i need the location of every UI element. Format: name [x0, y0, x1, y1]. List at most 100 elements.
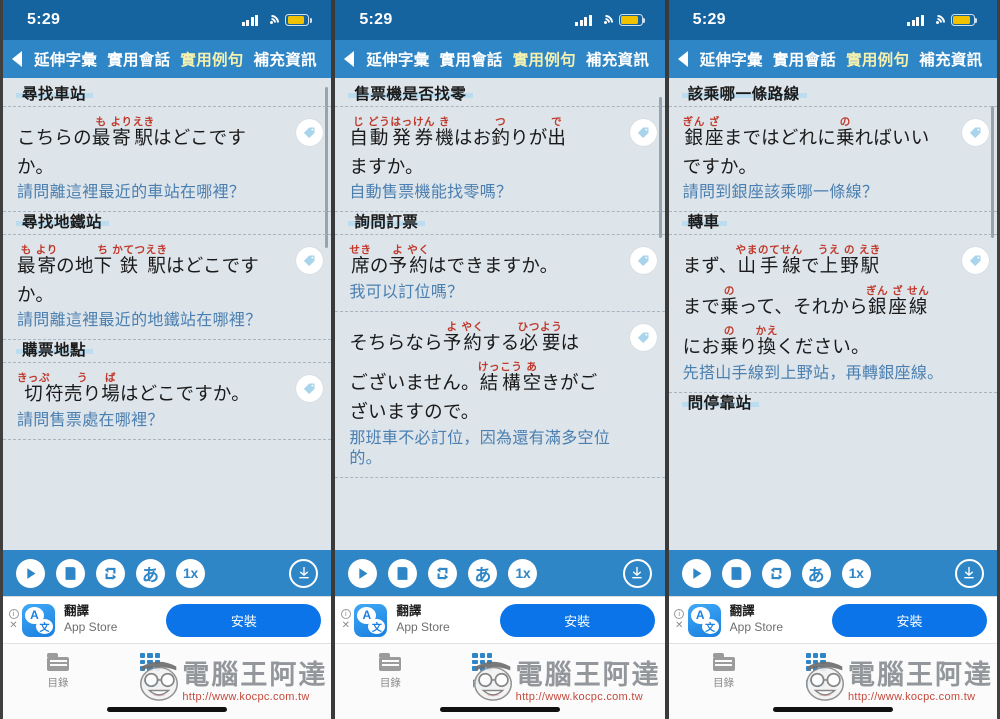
kana-toggle-button[interactable]: あ — [801, 558, 831, 588]
wifi-icon — [261, 11, 283, 33]
japanese-line: か。 — [17, 283, 55, 305]
download-button[interactable] — [289, 558, 319, 588]
nav-tab-bar: 延伸字彙 實用會話 實用例句 補充資訊 — [668, 40, 997, 78]
download-button[interactable] — [622, 558, 652, 588]
section-title: 詢問訂票 — [348, 215, 426, 230]
ad-install-button[interactable]: 安裝 — [831, 603, 987, 637]
bottom-tab-label-0: 目錄 — [379, 677, 401, 689]
chinese-translation: 請問售票處在哪裡？ — [17, 412, 164, 430]
bottom-tab-0[interactable]: 目錄 — [21, 653, 95, 690]
ad-close-icon[interactable]: ✕ — [675, 621, 683, 631]
translate-app-icon: A文 — [22, 603, 55, 637]
status-icons — [907, 11, 978, 33]
wifi-icon — [926, 11, 949, 33]
nav-tab-0[interactable]: 延伸字彙 — [34, 48, 97, 70]
section-title: 該乘哪一條路線 — [681, 87, 807, 102]
tag-bookmark-icon[interactable] — [961, 119, 989, 146]
bottom-tab-1[interactable]: 內容 — [779, 653, 853, 690]
repeat-button[interactable] — [761, 558, 791, 588]
ad-install-button[interactable]: 安裝 — [166, 603, 322, 637]
playback-speed-button[interactable]: 1x — [176, 558, 205, 588]
back-arrow-icon[interactable] — [344, 51, 355, 67]
nav-tab-1[interactable]: 實用會話 — [773, 48, 836, 70]
watermark-name: 電腦王阿達 — [182, 660, 328, 692]
tag-bookmark-icon[interactable] — [629, 119, 657, 146]
content-scroll-area[interactable]: 該乘哪一條路線 銀ぎん座ざまではどれに乗のればいい ですか。 請問到銀座該乘哪一條線？… — [668, 78, 997, 550]
tag-bookmark-icon[interactable] — [629, 323, 657, 351]
phrase-entry: 席せきの予よ約やくはできますか。 我可以訂位嗎？ — [335, 234, 665, 312]
script-list-button[interactable] — [56, 558, 85, 588]
tag-bookmark-icon[interactable] — [296, 375, 324, 403]
japanese-line: 最も寄よりの地下ち鉄かてつ駅えきはどこです — [17, 244, 259, 277]
bottom-tab-bar: 目錄 內容 電腦王阿達 http://www.kocpc.com.tw — [3, 643, 332, 719]
repeat-button[interactable] — [428, 558, 458, 588]
japanese-line: まず、山やま手のて線せんで上うえ野の駅えき — [682, 244, 881, 277]
back-arrow-icon[interactable] — [12, 51, 22, 67]
nav-tab-1[interactable]: 實用會話 — [107, 48, 170, 70]
nav-tab-3[interactable]: 補充資訊 — [586, 48, 649, 70]
ad-controls: i ✕ — [339, 609, 352, 631]
repeat-button[interactable] — [96, 558, 125, 588]
ad-info-icon[interactable]: i — [674, 609, 685, 619]
tag-bookmark-icon[interactable] — [296, 119, 324, 146]
chinese-translation: 請問離這裡最近的車站在哪裡？ — [17, 184, 246, 202]
watermark-url: http://www.kocpc.com.tw — [182, 691, 310, 703]
ad-text: 翻譯 App Store — [730, 604, 783, 635]
play-button[interactable] — [348, 558, 378, 588]
tag-bookmark-icon[interactable] — [961, 247, 989, 275]
app-store-ad-banner: i ✕ A 文翻譯 App Store 安裝 — [335, 596, 665, 643]
japanese-sentence: こちらの最も寄より駅えきはどこです か。 — [17, 116, 287, 176]
ad-close-icon[interactable]: ✕ — [9, 621, 17, 631]
chinese-translation: 先搭山手線到上野站，再轉銀座線。 — [682, 365, 944, 383]
nav-tab-0[interactable]: 延伸字彙 — [700, 48, 763, 70]
ad-app-name: 翻譯 — [396, 604, 422, 619]
japanese-sentence: まず、山やま手のて線せんで上うえ野の駅えき まで乗のって、それから銀ぎん座ざ線せん… — [683, 244, 953, 357]
nav-tab-3[interactable]: 補充資訊 — [254, 48, 317, 70]
ad-info-icon[interactable]: i — [8, 609, 19, 619]
download-button[interactable] — [954, 558, 984, 588]
play-button[interactable] — [681, 558, 711, 588]
tag-bookmark-icon[interactable] — [296, 247, 324, 275]
nav-tab-2[interactable]: 實用例句 — [846, 48, 909, 70]
section-header-row: 購票地點 — [3, 340, 331, 359]
ad-close-icon[interactable]: ✕ — [342, 621, 350, 631]
nav-tab-2[interactable]: 實用例句 — [180, 48, 243, 70]
japanese-line: ざいますので。 — [349, 401, 480, 423]
folder-icon — [379, 653, 402, 671]
japanese-line: にお乗のり換かえください。 — [682, 325, 870, 358]
nav-tab-3[interactable]: 補充資訊 — [919, 48, 982, 70]
nav-tab-1[interactable]: 實用會話 — [440, 48, 503, 70]
kana-toggle-button[interactable]: あ — [136, 558, 165, 588]
section-title: 轉車 — [681, 215, 727, 230]
japanese-sentence: 席せきの予よ約やくはできますか。 — [349, 244, 620, 276]
kana-toggle-button[interactable]: あ — [468, 558, 498, 588]
bottom-tab-0[interactable]: 目錄 — [353, 653, 427, 690]
content-scroll-area[interactable]: 尋找車站 こちらの最も寄より駅えきはどこです か。 請問離這裡最近的車站在哪裡？ 尋找地… — [3, 78, 332, 550]
tag-bookmark-icon[interactable] — [629, 247, 657, 275]
nav-tab-2[interactable]: 實用例句 — [513, 48, 576, 70]
bottom-tab-1[interactable]: 內容 — [445, 653, 519, 690]
chinese-translation: 請問到銀座該乘哪一條線？ — [682, 184, 879, 202]
nav-tab-0[interactable]: 延伸字彙 — [366, 48, 429, 70]
section-title: 購票地點 — [16, 343, 94, 359]
status-icons — [241, 11, 312, 33]
speech-bubble-zh-icon: 文 — [368, 618, 386, 634]
play-button[interactable] — [16, 558, 45, 588]
bottom-tab-1[interactable]: 內容 — [113, 653, 187, 690]
section-header-row: 尋找地鐵站 — [3, 212, 331, 230]
bottom-tab-label-1: 內容 — [139, 677, 161, 689]
ad-install-button[interactable]: 安裝 — [499, 603, 655, 637]
script-list-button[interactable] — [388, 558, 418, 588]
back-arrow-icon[interactable] — [677, 51, 688, 67]
battery-icon — [285, 14, 312, 26]
playback-speed-button[interactable]: 1x — [841, 558, 871, 588]
script-list-button[interactable] — [721, 558, 751, 588]
grid-icon — [140, 653, 160, 671]
playback-speed-button[interactable]: 1x — [508, 558, 538, 588]
ad-info-icon[interactable]: i — [340, 609, 351, 619]
content-scroll-area[interactable]: 售票機是否找零 自じ動どう発はっ券けん機きはお釣つりが出で ますか。 自動售票機能找零… — [335, 78, 665, 550]
home-indicator — [772, 707, 893, 712]
panel-3: 5:29 延伸字彙 實用會話 實用例句 補充資訊 該乘哪一條路線 銀ぎん座ざまではどれに乗の… — [666, 0, 1000, 719]
three-phone-screenshots: 5:29 延伸字彙 實用會話 實用例句 補充資訊 尋找車站 こちらの最も寄より駅えきはどこで… — [0, 0, 1000, 719]
bottom-tab-0[interactable]: 目錄 — [687, 653, 761, 690]
